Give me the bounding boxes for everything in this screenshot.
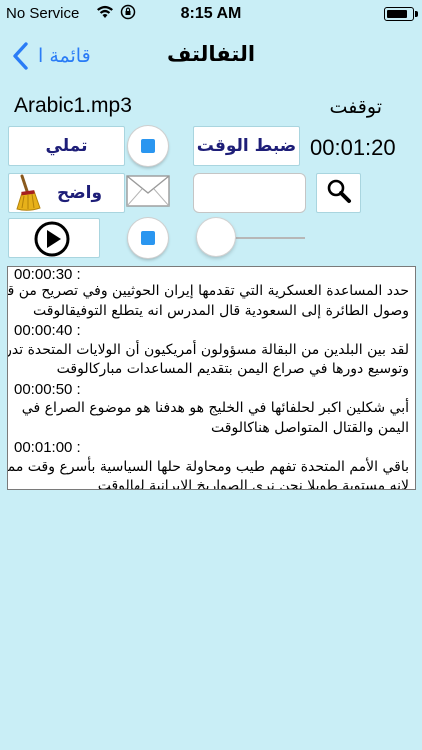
playback-slider-thumb[interactable]: [197, 218, 235, 256]
stop-icon: [141, 231, 155, 245]
transcript-line: اليمن والقتال المتواصل هناكالوقت: [211, 419, 409, 436]
transcript-line: 00:00:50 :: [14, 380, 81, 398]
transcript-line: وصول الطائرة إلى السعودية قال المدرس انه…: [33, 302, 409, 319]
transcript-text-area[interactable]: 00:00:30 : حدد المساعدة العسكرية التي تق…: [7, 266, 416, 490]
play-icon: [33, 220, 71, 262]
transcript-line: باقي الأمم المتحدة تفهم طيب ومحاولة حلها…: [7, 458, 409, 475]
search-input[interactable]: [193, 173, 306, 213]
play-button[interactable]: [8, 218, 100, 258]
transcript-line: 00:00:30 :: [14, 266, 81, 283]
magnifier-icon: [326, 178, 352, 208]
transcript-line: أبي شكلين اكبر لحلفائها في الخليج هو هدف…: [21, 400, 409, 416]
transcript-line: لانه مستوية طويلا نحن نرى الصواريخ الاير…: [97, 478, 409, 490]
email-button[interactable]: [108, 173, 188, 213]
navigation-bar: قائمة ا التفالتف: [0, 28, 422, 88]
battery-fill: [387, 10, 407, 18]
transcript-line: حدد المساعدة العسكرية التي تقدمها إيران …: [7, 283, 409, 299]
page-title: التفالتف: [166, 42, 256, 66]
transcript-line: 00:00:40 :: [14, 322, 81, 339]
playback-state-label: توقفت: [329, 96, 382, 118]
envelope-icon: [126, 175, 170, 211]
timer-display: 00:01:20: [310, 135, 396, 160]
status-bar: No Service 8:15 AM: [0, 0, 422, 28]
status-time: 8:15 AM: [180, 5, 242, 22]
broom-icon: [13, 174, 43, 212]
dictate-button-label: تملي: [45, 136, 88, 156]
transcript-line: وتوسيع دورها في صراع اليمن بتقديم المساع…: [56, 361, 409, 377]
set-time-button[interactable]: ضبط الوقت: [193, 126, 300, 166]
battery-icon: [384, 7, 418, 21]
record-stop-button[interactable]: [108, 126, 188, 166]
playback-stop-button[interactable]: [108, 218, 188, 258]
file-name-label: Arabic1.mp3: [14, 94, 132, 117]
set-time-button-label: ضبط الوقت: [196, 136, 297, 156]
transcript-line: 00:01:00 :: [14, 439, 81, 456]
transcript-line: لقد بين البلدين من البقالة مسؤولون أمريك…: [7, 341, 409, 358]
stop-icon: [141, 139, 155, 153]
search-button[interactable]: [316, 173, 361, 213]
clear-button-label: واضح: [57, 183, 103, 203]
